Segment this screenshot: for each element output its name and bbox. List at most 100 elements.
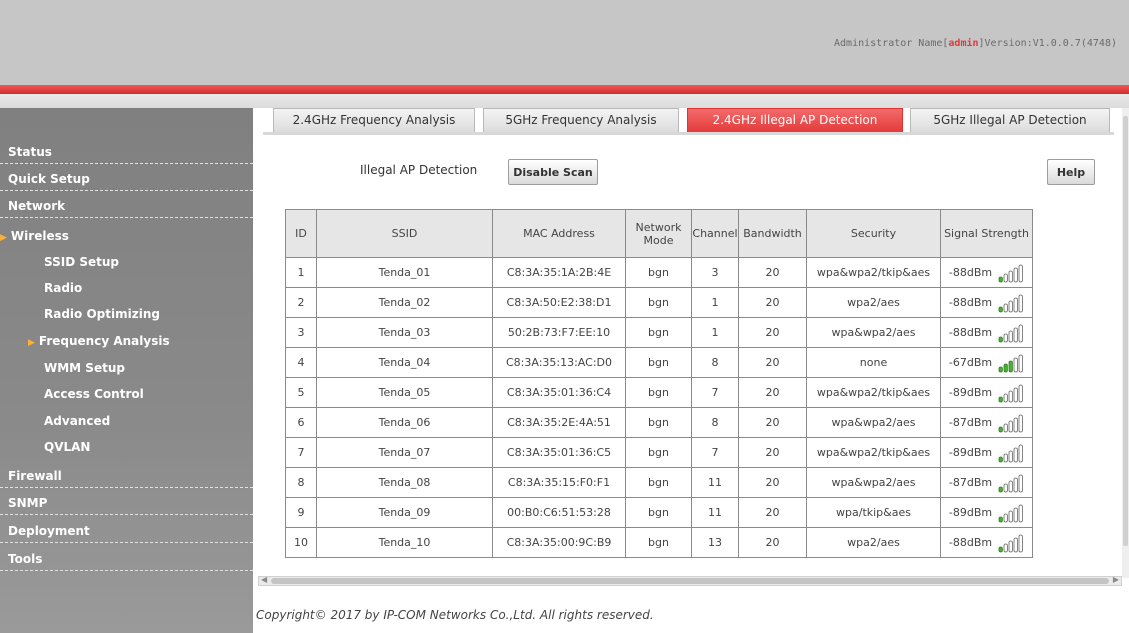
- sidebar-item-radio[interactable]: Radio: [0, 276, 253, 300]
- cell-signal-strength: -89dBm: [940, 497, 1033, 528]
- signal-bar-off: [1008, 270, 1013, 282]
- cell-bandwidth: 20: [738, 257, 807, 288]
- sidebar-item-qvlan[interactable]: QVLAN: [0, 435, 253, 459]
- signal-bar-on: [998, 366, 1003, 372]
- signal-bar-off: [1013, 537, 1018, 552]
- cell-mac-address: C8:3A:35:01:36:C4: [492, 377, 626, 408]
- sidebar-item-status[interactable]: Status: [0, 140, 253, 164]
- cell-bandwidth: 20: [738, 347, 807, 378]
- sidebar-item-network[interactable]: Network: [0, 194, 253, 218]
- col-mac-address: MAC Address: [492, 209, 626, 258]
- cell-security: wpa2/aes: [806, 287, 941, 318]
- signal-bar-on: [998, 306, 1003, 312]
- col-id: ID: [285, 209, 317, 258]
- sidebar-item-radio-optimizing[interactable]: Radio Optimizing: [0, 302, 253, 326]
- cell-signal-strength: -88dBm: [940, 317, 1033, 348]
- signal-bar-off: [1008, 300, 1013, 312]
- signal-bar-on: [998, 276, 1003, 282]
- signal-bar-on: [1003, 363, 1008, 372]
- admin-version-info: Administrator Name[admin]Version:V1.0.0.…: [834, 38, 1117, 49]
- horizontal-scrollbar[interactable]: ◀ ▶: [258, 575, 1122, 586]
- signal-group: -88dBm: [949, 533, 1024, 553]
- cell-bandwidth: 20: [738, 317, 807, 348]
- vertical-scroll-thumb[interactable]: [1123, 116, 1128, 546]
- sidebar-item-label: Firewall: [8, 469, 62, 483]
- cell-ssid: Tenda_06: [316, 407, 493, 438]
- cell-id: 1: [285, 257, 317, 288]
- sidebar-item-label: Advanced: [44, 414, 111, 428]
- admin-label: Administrator Name[: [834, 38, 949, 49]
- cell-network-mode: bgn: [625, 467, 692, 498]
- scroll-right-icon[interactable]: ▶: [1113, 575, 1119, 584]
- tab-5ghz-illegal-ap-detection[interactable]: 5GHz Illegal AP Detection: [910, 108, 1110, 132]
- signal-bar-off: [1018, 324, 1023, 342]
- cell-bandwidth: 20: [738, 407, 807, 438]
- signal-bar-on: [998, 486, 1003, 492]
- tab-5ghz-frequency-analysis[interactable]: 5GHz Frequency Analysis: [483, 108, 679, 132]
- table-header-row: ID SSID MAC Address Network Mode Channel …: [285, 209, 1033, 258]
- vertical-scrollbar[interactable]: [1122, 108, 1129, 578]
- cell-id: 5: [285, 377, 317, 408]
- signal-group: -87dBm: [949, 413, 1024, 433]
- sidebar-item-snmp[interactable]: SNMP: [0, 491, 253, 515]
- sidebar-item-access-control[interactable]: Access Control: [0, 382, 253, 406]
- cell-bandwidth: 20: [738, 527, 807, 558]
- signal-bar-off: [1013, 417, 1018, 432]
- tab-2-4ghz-illegal-ap-detection[interactable]: 2.4GHz Illegal AP Detection: [687, 108, 903, 132]
- scroll-left-icon[interactable]: ◀: [261, 575, 267, 584]
- sidebar-item-firewall[interactable]: Firewall: [0, 464, 253, 488]
- sidebar-item-deployment[interactable]: Deployment: [0, 519, 253, 543]
- col-network-mode-line1: Network: [635, 220, 682, 234]
- sidebar-item-label: Network: [8, 199, 66, 213]
- header-divider: [0, 94, 1129, 108]
- help-button[interactable]: Help: [1047, 159, 1095, 185]
- cell-security: wpa&wpa2/aes: [806, 467, 941, 498]
- signal-group: -89dBm: [949, 443, 1024, 463]
- signal-bar-off: [1008, 480, 1013, 492]
- signal-value: -89dBm: [948, 506, 993, 519]
- signal-value: -67dBm: [948, 356, 993, 369]
- signal-bars-icon: [998, 504, 1023, 522]
- cell-bandwidth: 20: [738, 497, 807, 528]
- cell-network-mode: bgn: [625, 497, 692, 528]
- signal-bar-off: [1018, 354, 1023, 372]
- signal-group: -87dBm: [949, 473, 1024, 493]
- disable-scan-button[interactable]: Disable Scan: [508, 159, 598, 185]
- cell-security: wpa2/aes: [806, 527, 941, 558]
- sidebar-item-quick-setup[interactable]: Quick Setup: [0, 167, 253, 191]
- cell-security: wpa&wpa2/tkip&aes: [806, 257, 941, 288]
- signal-bar-off: [1013, 327, 1018, 342]
- cell-ssid: Tenda_01: [316, 257, 493, 288]
- cell-channel: 7: [691, 377, 739, 408]
- cell-network-mode: bgn: [625, 527, 692, 558]
- sidebar-item-label: Radio: [44, 281, 83, 295]
- signal-bar-off: [1018, 294, 1023, 312]
- sidebar-item-frequency-analysis[interactable]: ▶ Frequency Analysis: [0, 329, 253, 353]
- cell-ssid: Tenda_10: [316, 527, 493, 558]
- cell-ssid: Tenda_08: [316, 467, 493, 498]
- cell-ssid: Tenda_04: [316, 347, 493, 378]
- cell-signal-strength: -88dBm: [940, 527, 1033, 558]
- cell-security: wpa&wpa2/tkip&aes: [806, 377, 941, 408]
- signal-value: -87dBm: [948, 416, 993, 429]
- signal-bars-icon: [998, 474, 1023, 492]
- tab-2-4ghz-frequency-analysis[interactable]: 2.4GHz Frequency Analysis: [273, 108, 475, 132]
- sidebar-item-tools[interactable]: Tools: [0, 547, 253, 571]
- col-bandwidth: Bandwidth: [738, 209, 807, 258]
- cell-channel: 1: [691, 317, 739, 348]
- horizontal-scroll-thumb[interactable]: [271, 578, 1109, 584]
- sidebar-item-label: Access Control: [44, 387, 144, 401]
- sidebar-item-advanced[interactable]: Advanced: [0, 409, 253, 433]
- copyright-footer: Copyright© 2017 by IP-COM Networks Co.,L…: [256, 608, 654, 622]
- signal-bars-icon: [998, 414, 1023, 432]
- cell-channel: 13: [691, 527, 739, 558]
- signal-bar-on: [998, 396, 1003, 402]
- signal-bar-off: [1003, 393, 1008, 402]
- table-row: 1 Tenda_01 C8:3A:35:1A:2B:4E bgn 3 20 wpa&wpa2…: [285, 257, 1033, 288]
- sidebar-item-wmm-setup[interactable]: WMM Setup: [0, 356, 253, 380]
- signal-value: -88dBm: [948, 266, 993, 279]
- sidebar-item-wireless[interactable]: ▶ Wireless: [0, 224, 253, 248]
- cell-security: wpa&wpa2/tkip&aes: [806, 437, 941, 468]
- header-accent-bar: [0, 85, 1129, 94]
- sidebar-item-ssid-setup[interactable]: SSID Setup: [0, 250, 253, 274]
